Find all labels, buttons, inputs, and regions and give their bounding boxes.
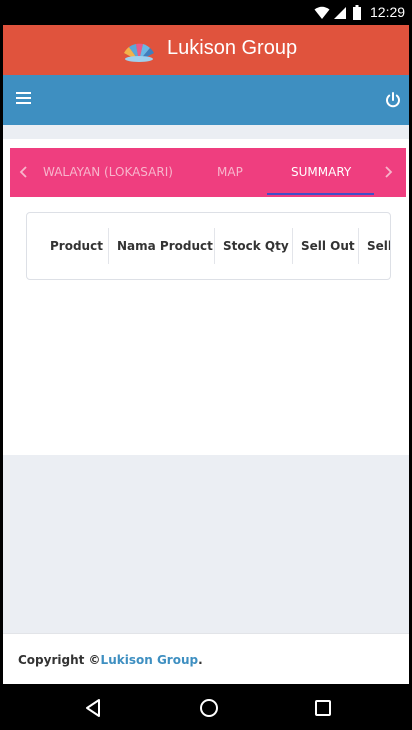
column-divider <box>358 228 359 264</box>
footer: Copyright ©Lukison Group. <box>3 633 409 684</box>
home-icon[interactable] <box>199 698 219 718</box>
tab-strip: WALAYAN (LOKASARI) MAP SUMMARY <box>10 148 406 197</box>
system-navigation-bar <box>0 684 412 730</box>
top-nav-bar <box>3 75 409 125</box>
column-header-sell[interactable]: Sell <box>367 228 390 264</box>
copyright-suffix: . <box>198 653 203 667</box>
column-divider <box>214 228 215 264</box>
battery-icon <box>353 5 361 20</box>
back-icon[interactable] <box>84 698 102 718</box>
column-divider <box>292 228 293 264</box>
app-header: Lukison Group <box>3 25 409 75</box>
status-bar: 12:29 <box>0 0 412 25</box>
recent-apps-icon[interactable] <box>315 700 331 716</box>
tab-summary[interactable]: SUMMARY <box>291 165 351 179</box>
copyright-text: Copyright ©Lukison Group. <box>18 653 203 667</box>
hamburger-menu-icon[interactable] <box>16 92 31 106</box>
chevron-right-icon[interactable] <box>381 162 395 182</box>
tab-map[interactable]: MAP <box>217 165 243 179</box>
wifi-icon <box>314 6 330 19</box>
tab-active-indicator <box>267 193 374 195</box>
column-divider <box>108 228 109 264</box>
copyright-link[interactable]: Lukison Group <box>101 653 199 667</box>
power-icon[interactable] <box>385 92 401 108</box>
column-header-stock-qty[interactable]: Stock Qty <box>223 228 289 264</box>
status-time: 12:29 <box>370 4 406 20</box>
tab-walayan-lokasari[interactable]: WALAYAN (LOKASARI) <box>43 165 173 179</box>
chevron-left-icon[interactable] <box>17 162 31 182</box>
summary-table: Product Nama Product Stock Qty Sell Out … <box>26 212 391 280</box>
copyright-prefix: Copyright © <box>18 653 101 667</box>
lukison-logo-icon <box>124 43 154 62</box>
app-title: Lukison Group <box>167 37 298 59</box>
column-header-nama-product[interactable]: Nama Product <box>117 228 213 264</box>
column-header-product[interactable]: Product <box>50 228 103 264</box>
column-header-sell-out[interactable]: Sell Out <box>301 228 355 264</box>
cellular-signal-icon <box>334 7 346 19</box>
